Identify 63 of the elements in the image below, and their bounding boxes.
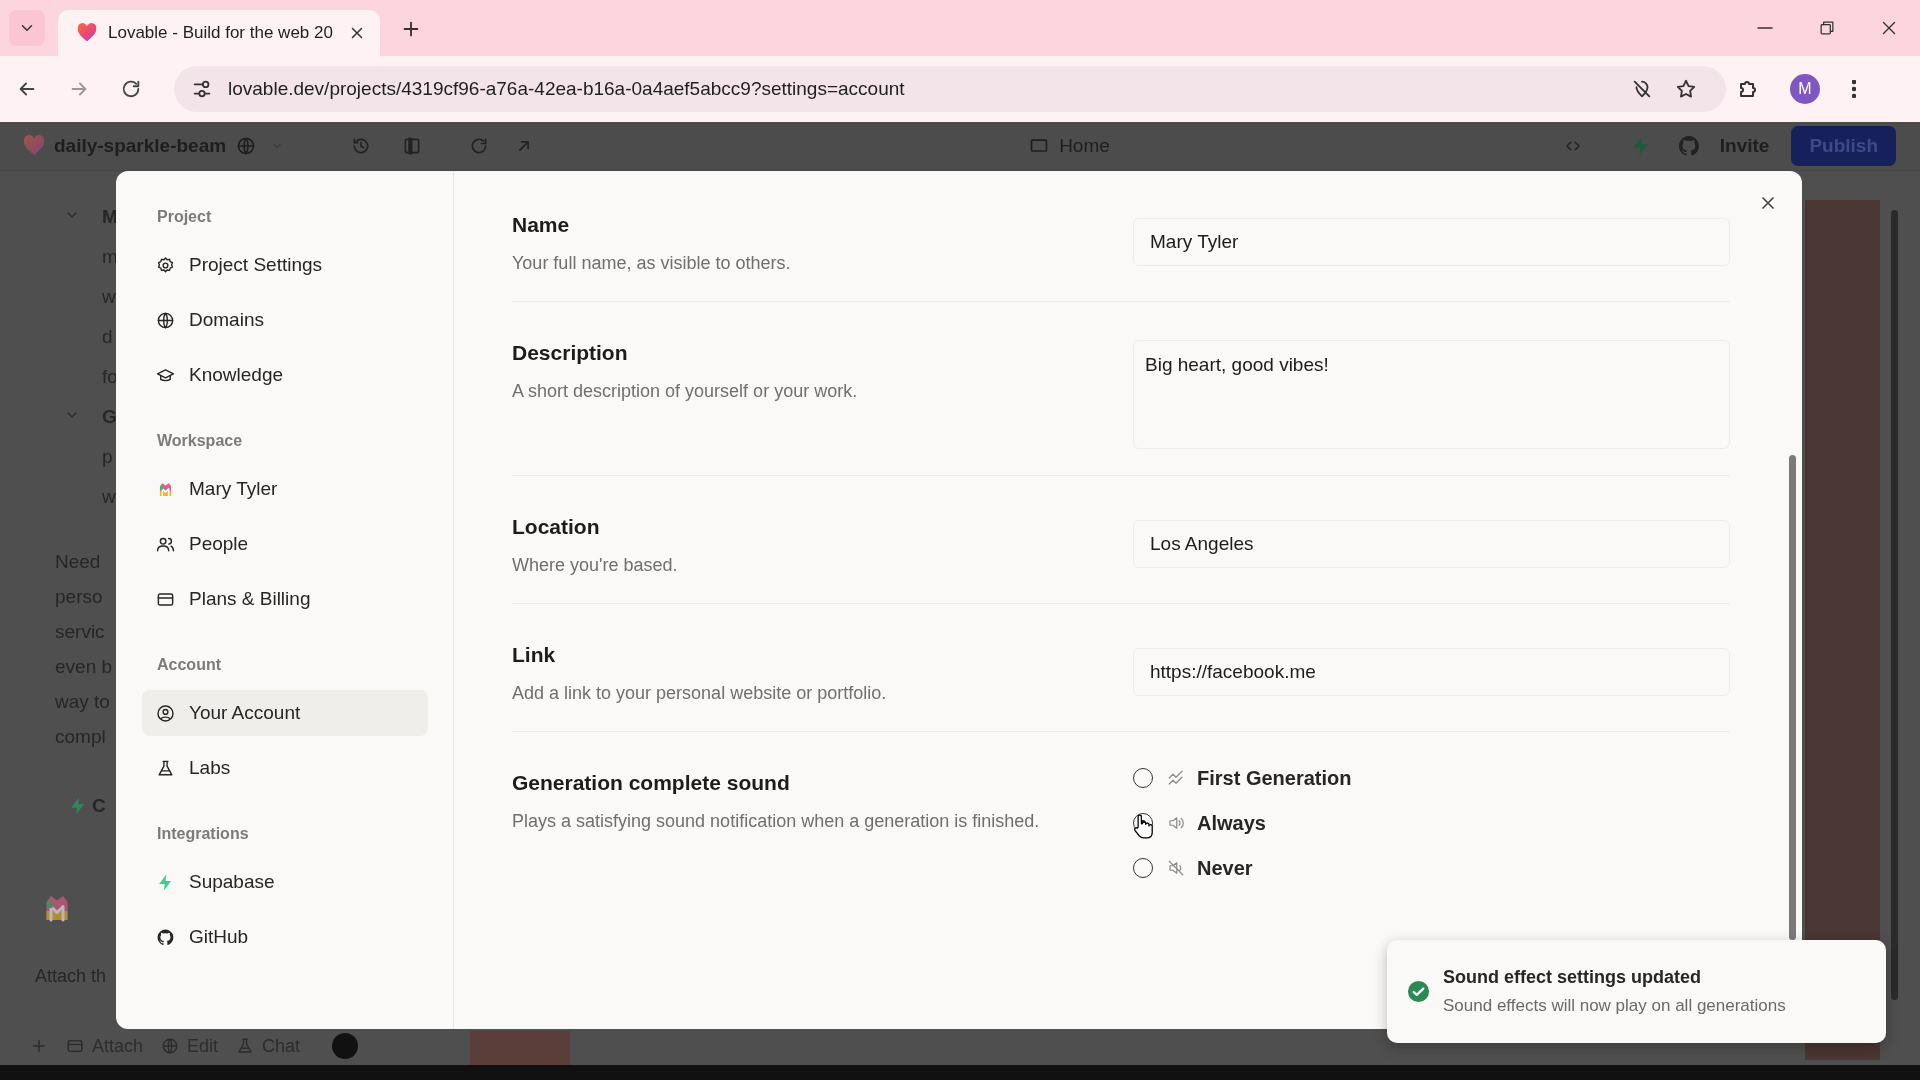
field-label: Location xyxy=(512,514,600,540)
check-circle-icon xyxy=(1407,980,1430,1003)
radio-label[interactable]: Always xyxy=(1197,811,1266,835)
sidebar-item[interactable]: Project Settings xyxy=(142,242,428,288)
toast-message: Sound effects will now play on all generations xyxy=(1443,996,1786,1016)
send-button[interactable] xyxy=(332,1033,359,1059)
sidebar-item[interactable]: GitHub xyxy=(142,914,428,960)
muted-speaker-icon xyxy=(1167,859,1185,877)
field-hint: Plays a satisfying sound notification when a generation is finished. xyxy=(512,810,1040,833)
sliders-icon xyxy=(191,78,213,100)
sidebar-item[interactable]: Labs xyxy=(142,745,428,791)
flask-icon xyxy=(156,758,175,778)
sidebar-item[interactable]: Plans & Billing xyxy=(142,576,428,622)
text-field[interactable]: Mary Tyler xyxy=(1133,218,1730,266)
sidebar-heading: Project xyxy=(156,207,212,227)
sidebar-panel-icon xyxy=(402,136,423,156)
gear-icon xyxy=(156,255,175,275)
github-icon xyxy=(156,927,175,947)
radio-label[interactable]: Never xyxy=(1197,856,1253,880)
pointer-cursor-icon xyxy=(1132,813,1154,839)
profile-avatar[interactable]: M xyxy=(1790,74,1820,104)
text-field[interactable]: Los Angeles xyxy=(1133,520,1730,568)
globe-icon xyxy=(156,310,175,330)
sidebar-heading: Integrations xyxy=(156,824,249,844)
heart-logo-icon xyxy=(22,134,46,158)
github-icon xyxy=(1676,134,1701,158)
sidebar-heading: Workspace xyxy=(156,431,243,451)
star-icon xyxy=(1675,78,1697,100)
sidebar-item[interactable]: Your Account xyxy=(142,690,428,736)
field-hint: Add a link to your personal website or portfolio. xyxy=(512,682,887,705)
sidebar-item[interactable]: Supabase xyxy=(142,859,428,905)
trend-lines-icon xyxy=(1167,769,1185,787)
field-label: Link xyxy=(512,642,556,668)
speaker-icon xyxy=(1167,814,1185,832)
sidebar-item[interactable]: People xyxy=(142,521,428,567)
radio-label[interactable]: First Generation xyxy=(1197,766,1352,790)
field-label: Name xyxy=(512,212,570,238)
field-hint: Your full name, as visible to others. xyxy=(512,252,791,275)
location-off-icon xyxy=(1631,78,1653,100)
reload-icon xyxy=(469,136,490,156)
sidebar-heading: Account xyxy=(156,655,221,675)
field-label: Generation complete sound xyxy=(512,770,790,796)
user-circle-icon xyxy=(156,703,175,723)
globe-icon xyxy=(236,136,257,156)
field-hint: A short description of yourself or your work. xyxy=(512,380,858,403)
minimize-icon xyxy=(1757,27,1773,29)
add-button[interactable] xyxy=(30,1037,48,1055)
kebab-menu-icon xyxy=(1852,80,1856,98)
scrollbar[interactable] xyxy=(1789,455,1796,940)
text-area[interactable]: Big heart, good vibes! xyxy=(1133,340,1730,449)
address-bar[interactable]: lovable.dev/projects/4319cf96-a76a-42ea-b16a-0a4aef5abcc9?settings=account xyxy=(174,66,1726,112)
heart-logo-icon xyxy=(76,22,98,44)
toast-title: Sound effect settings updated xyxy=(1443,967,1701,988)
sidebar-item[interactable]: Domains xyxy=(142,297,428,343)
sidebar-item[interactable]: Mary Tyler xyxy=(142,466,428,512)
field-hint: Where you're based. xyxy=(512,554,678,577)
browser-tab[interactable]: Lovable - Build for the web 20 xyxy=(58,10,380,56)
text-field[interactable]: https://facebook.me xyxy=(1133,648,1730,696)
plus-icon xyxy=(30,1037,48,1055)
tab-list-button[interactable] xyxy=(9,10,45,46)
field-label: Description xyxy=(512,340,628,366)
sidebar-item[interactable]: Knowledge xyxy=(142,352,428,398)
reload-icon xyxy=(120,78,142,100)
